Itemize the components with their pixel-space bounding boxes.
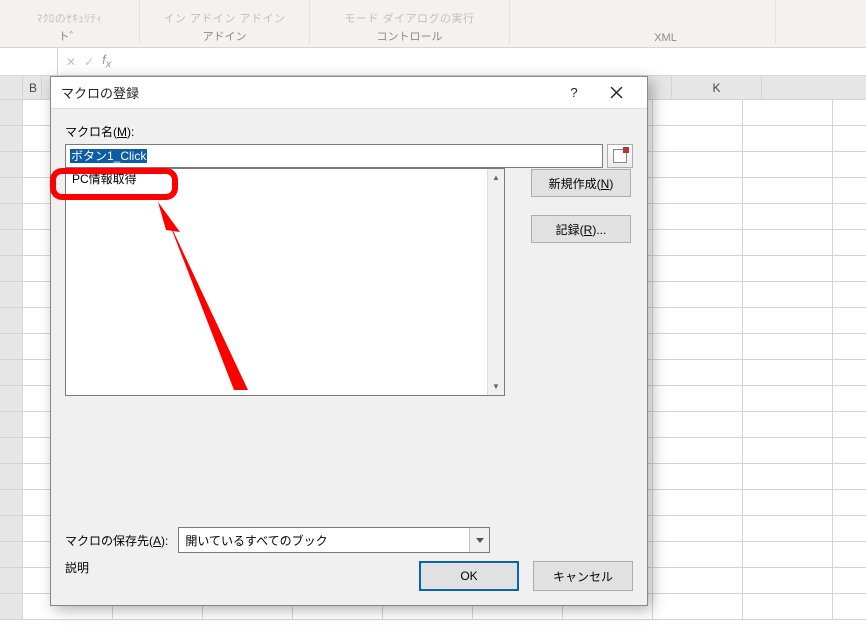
macro-listbox[interactable]: PC情報取得 ▲ ▼ xyxy=(65,168,505,396)
cancel-button[interactable]: キャンセル xyxy=(533,561,633,591)
macro-name-text: ボタン1_Click xyxy=(70,149,147,163)
scroll-down-icon[interactable]: ▼ xyxy=(488,378,504,395)
help-button[interactable]: ? xyxy=(553,77,595,109)
close-icon xyxy=(610,86,623,99)
macro-name-input[interactable]: ボタン1_Click xyxy=(65,144,603,168)
ribbon-g1-top: ﾏｸﾛのｾｷｭﾘﾃｨ xyxy=(37,10,103,26)
ok-button[interactable]: OK xyxy=(419,561,519,591)
formula-bar: fx xyxy=(0,48,866,76)
scrollbar[interactable]: ▲ ▼ xyxy=(487,169,504,395)
dialog-title: マクロの登録 xyxy=(61,83,139,102)
ribbon: ﾏｸﾛのｾｷｭﾘﾃｨ ト゛ イン アドイン アドイン アドイン モード ダイアロ… xyxy=(0,0,866,48)
col-header[interactable]: B xyxy=(22,76,42,99)
col-header[interactable]: K xyxy=(672,76,762,99)
ribbon-g2-label: アドイン xyxy=(203,28,247,44)
assign-macro-dialog: マクロの登録 ? マクロ名(M): ボタン1_Click PC情報取得 ▲ ▼ … xyxy=(50,76,648,606)
chevron-down-icon xyxy=(476,538,484,543)
store-label: マクロの保存先(A): xyxy=(65,532,168,549)
scroll-track[interactable] xyxy=(488,186,504,378)
list-item[interactable]: PC情報取得 xyxy=(66,169,487,187)
name-box[interactable] xyxy=(2,48,58,75)
ref-edit-button[interactable] xyxy=(607,144,633,168)
scroll-up-icon[interactable]: ▲ xyxy=(488,169,504,186)
dialog-titlebar[interactable]: マクロの登録 ? xyxy=(51,77,647,109)
close-button[interactable] xyxy=(595,77,637,109)
new-button[interactable]: 新規作成(N) xyxy=(531,169,631,197)
ribbon-g3-top: モード ダイアログの実行 xyxy=(344,10,474,26)
list-item-label: PC情報取得 xyxy=(72,170,137,187)
ribbon-g4-label: XML xyxy=(654,32,677,44)
cancel-formula-icon[interactable] xyxy=(66,55,76,69)
ref-edit-icon xyxy=(613,149,627,163)
macro-name-label: マクロ名(M): xyxy=(65,123,633,140)
fx-icon[interactable]: fx xyxy=(102,52,111,71)
ribbon-g2-top: イン アドイン アドイン xyxy=(163,10,285,26)
ribbon-g1-label: ト゛ xyxy=(59,28,81,44)
ribbon-g3-label: コントロール xyxy=(377,28,443,44)
dropdown-button[interactable] xyxy=(469,528,489,552)
accept-formula-icon[interactable] xyxy=(84,55,94,69)
description-label: 説明 xyxy=(65,559,89,576)
store-value: 開いているすべてのブック xyxy=(185,532,327,549)
store-select[interactable]: 開いているすべてのブック xyxy=(178,527,490,553)
record-button[interactable]: 記録(R)... xyxy=(531,215,631,243)
